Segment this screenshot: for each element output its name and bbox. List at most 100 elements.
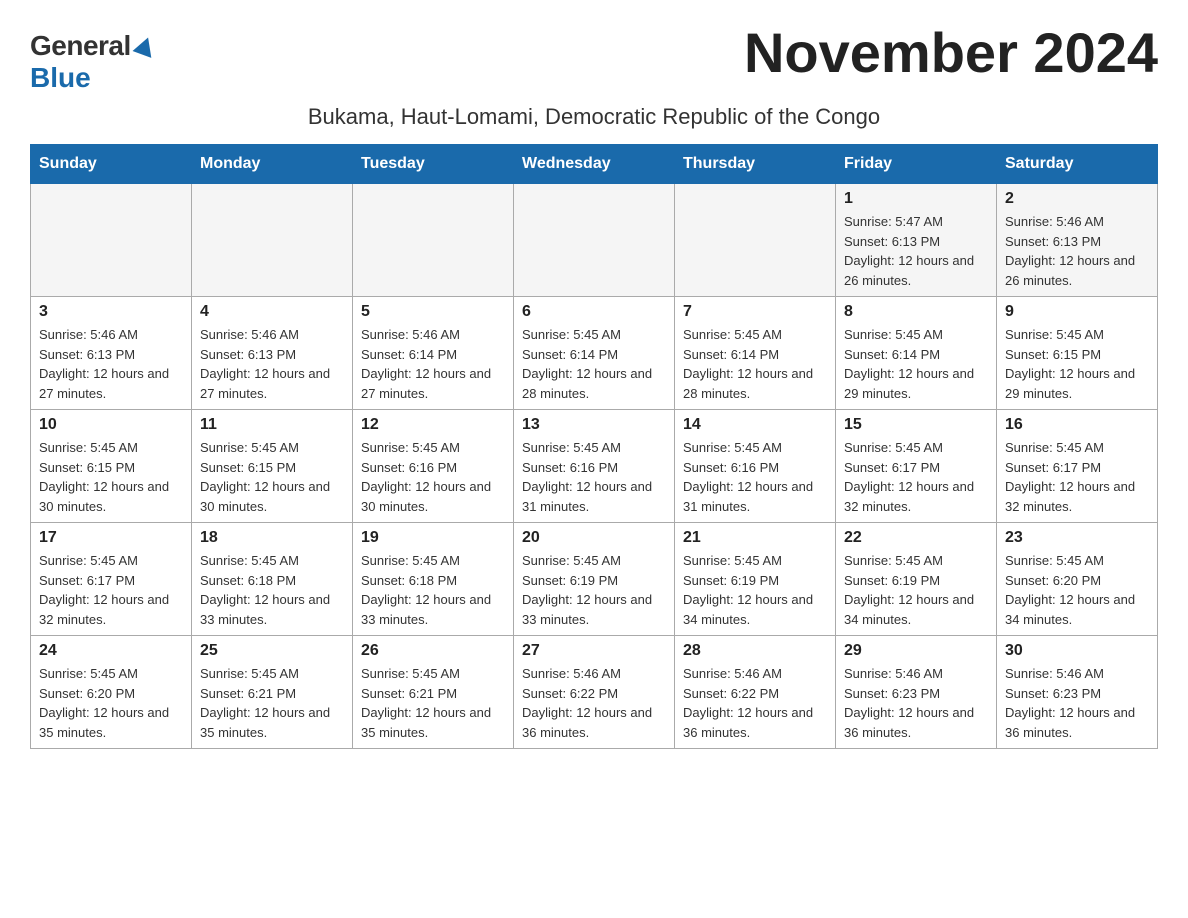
day-info: Sunrise: 5:45 AMSunset: 6:14 PMDaylight:… bbox=[522, 325, 666, 403]
calendar-cell bbox=[675, 184, 836, 297]
day-info: Sunrise: 5:47 AMSunset: 6:13 PMDaylight:… bbox=[844, 212, 988, 290]
day-info: Sunrise: 5:45 AMSunset: 6:16 PMDaylight:… bbox=[522, 438, 666, 516]
calendar-cell: 28 Sunrise: 5:46 AMSunset: 6:22 PMDayligh… bbox=[675, 636, 836, 749]
calendar-week-row: 10 Sunrise: 5:45 AMSunset: 6:15 PMDayligh… bbox=[31, 410, 1158, 523]
calendar-header-monday: Monday bbox=[192, 145, 353, 184]
day-info: Sunrise: 5:46 AMSunset: 6:13 PMDaylight:… bbox=[1005, 212, 1149, 290]
logo: General Blue bbox=[30, 20, 155, 94]
day-number: 23 bbox=[1005, 529, 1149, 547]
calendar-cell: 29 Sunrise: 5:46 AMSunset: 6:23 PMDayligh… bbox=[836, 636, 997, 749]
calendar-cell: 22 Sunrise: 5:45 AMSunset: 6:19 PMDayligh… bbox=[836, 523, 997, 636]
calendar-cell: 17 Sunrise: 5:45 AMSunset: 6:17 PMDayligh… bbox=[31, 523, 192, 636]
calendar-week-row: 3 Sunrise: 5:46 AMSunset: 6:13 PMDaylight… bbox=[31, 297, 1158, 410]
day-info: Sunrise: 5:46 AMSunset: 6:14 PMDaylight:… bbox=[361, 325, 505, 403]
calendar-week-row: 17 Sunrise: 5:45 AMSunset: 6:17 PMDayligh… bbox=[31, 523, 1158, 636]
day-number: 3 bbox=[39, 303, 183, 321]
day-info: Sunrise: 5:46 AMSunset: 6:13 PMDaylight:… bbox=[39, 325, 183, 403]
day-number: 14 bbox=[683, 416, 827, 434]
day-info: Sunrise: 5:45 AMSunset: 6:20 PMDaylight:… bbox=[39, 664, 183, 742]
day-number: 9 bbox=[1005, 303, 1149, 321]
day-number: 19 bbox=[361, 529, 505, 547]
day-number: 10 bbox=[39, 416, 183, 434]
day-info: Sunrise: 5:45 AMSunset: 6:19 PMDaylight:… bbox=[522, 551, 666, 629]
calendar-week-row: 1 Sunrise: 5:47 AMSunset: 6:13 PMDaylight… bbox=[31, 184, 1158, 297]
calendar-header-row: SundayMondayTuesdayWednesdayThursdayFrid… bbox=[31, 145, 1158, 184]
day-info: Sunrise: 5:46 AMSunset: 6:22 PMDaylight:… bbox=[522, 664, 666, 742]
calendar-cell: 3 Sunrise: 5:46 AMSunset: 6:13 PMDaylight… bbox=[31, 297, 192, 410]
calendar-cell bbox=[192, 184, 353, 297]
day-info: Sunrise: 5:45 AMSunset: 6:14 PMDaylight:… bbox=[844, 325, 988, 403]
day-info: Sunrise: 5:46 AMSunset: 6:22 PMDaylight:… bbox=[683, 664, 827, 742]
day-number: 12 bbox=[361, 416, 505, 434]
logo-triangle-icon bbox=[132, 34, 157, 58]
calendar-header-saturday: Saturday bbox=[997, 145, 1158, 184]
day-info: Sunrise: 5:45 AMSunset: 6:15 PMDaylight:… bbox=[39, 438, 183, 516]
calendar-cell: 14Sunrise: 5:45 AMSunset: 6:16 PMDayligh… bbox=[675, 410, 836, 523]
calendar-header-tuesday: Tuesday bbox=[353, 145, 514, 184]
day-number: 16 bbox=[1005, 416, 1149, 434]
calendar-cell: 9Sunrise: 5:45 AMSunset: 6:15 PMDaylight… bbox=[997, 297, 1158, 410]
calendar-table: SundayMondayTuesdayWednesdayThursdayFrid… bbox=[30, 144, 1158, 749]
calendar-cell: 25 Sunrise: 5:45 AMSunset: 6:21 PMDayligh… bbox=[192, 636, 353, 749]
day-info: Sunrise: 5:46 AMSunset: 6:23 PMDaylight:… bbox=[1005, 664, 1149, 742]
day-info: Sunrise: 5:46 AMSunset: 6:23 PMDaylight:… bbox=[844, 664, 988, 742]
day-number: 20 bbox=[522, 529, 666, 547]
day-number: 22 bbox=[844, 529, 988, 547]
day-number: 17 bbox=[39, 529, 183, 547]
calendar-cell: 27 Sunrise: 5:46 AMSunset: 6:22 PMDayligh… bbox=[514, 636, 675, 749]
day-info: Sunrise: 5:45 AMSunset: 6:17 PMDaylight:… bbox=[844, 438, 988, 516]
day-number: 5 bbox=[361, 303, 505, 321]
day-info: Sunrise: 5:45 AMSunset: 6:14 PMDaylight:… bbox=[683, 325, 827, 403]
day-number: 6 bbox=[522, 303, 666, 321]
calendar-cell bbox=[514, 184, 675, 297]
calendar-week-row: 24 Sunrise: 5:45 AMSunset: 6:20 PMDayligh… bbox=[31, 636, 1158, 749]
page-title: November 2024 bbox=[744, 20, 1158, 85]
calendar-cell: 12Sunrise: 5:45 AMSunset: 6:16 PMDayligh… bbox=[353, 410, 514, 523]
calendar-cell: 15Sunrise: 5:45 AMSunset: 6:17 PMDayligh… bbox=[836, 410, 997, 523]
calendar-cell: 13Sunrise: 5:45 AMSunset: 6:16 PMDayligh… bbox=[514, 410, 675, 523]
day-number: 28 bbox=[683, 642, 827, 660]
calendar-cell: 4 Sunrise: 5:46 AMSunset: 6:13 PMDaylight… bbox=[192, 297, 353, 410]
calendar-cell: 11Sunrise: 5:45 AMSunset: 6:15 PMDayligh… bbox=[192, 410, 353, 523]
calendar-cell: 19Sunrise: 5:45 AMSunset: 6:18 PMDayligh… bbox=[353, 523, 514, 636]
day-info: Sunrise: 5:45 AMSunset: 6:21 PMDaylight:… bbox=[200, 664, 344, 742]
calendar-cell: 24 Sunrise: 5:45 AMSunset: 6:20 PMDayligh… bbox=[31, 636, 192, 749]
day-info: Sunrise: 5:45 AMSunset: 6:19 PMDaylight:… bbox=[683, 551, 827, 629]
calendar-cell: 16 Sunrise: 5:45 AMSunset: 6:17 PMDayligh… bbox=[997, 410, 1158, 523]
calendar-cell: 7 Sunrise: 5:45 AMSunset: 6:14 PMDaylight… bbox=[675, 297, 836, 410]
calendar-cell: 2 Sunrise: 5:46 AMSunset: 6:13 PMDaylight… bbox=[997, 184, 1158, 297]
day-info: Sunrise: 5:45 AMSunset: 6:17 PMDaylight:… bbox=[1005, 438, 1149, 516]
day-number: 21 bbox=[683, 529, 827, 547]
calendar-header-friday: Friday bbox=[836, 145, 997, 184]
day-number: 4 bbox=[200, 303, 344, 321]
calendar-header-thursday: Thursday bbox=[675, 145, 836, 184]
calendar-cell: 8Sunrise: 5:45 AMSunset: 6:14 PMDaylight… bbox=[836, 297, 997, 410]
day-number: 11 bbox=[200, 416, 344, 434]
calendar-cell: 21 Sunrise: 5:45 AMSunset: 6:19 PMDayligh… bbox=[675, 523, 836, 636]
day-number: 26 bbox=[361, 642, 505, 660]
day-number: 24 bbox=[39, 642, 183, 660]
day-number: 18 bbox=[200, 529, 344, 547]
day-number: 25 bbox=[200, 642, 344, 660]
calendar-cell: 6 Sunrise: 5:45 AMSunset: 6:14 PMDaylight… bbox=[514, 297, 675, 410]
day-info: Sunrise: 5:45 AMSunset: 6:18 PMDaylight:… bbox=[200, 551, 344, 629]
calendar-cell: 10 Sunrise: 5:45 AMSunset: 6:15 PMDayligh… bbox=[31, 410, 192, 523]
calendar-cell: 20 Sunrise: 5:45 AMSunset: 6:19 PMDayligh… bbox=[514, 523, 675, 636]
day-info: Sunrise: 5:46 AMSunset: 6:13 PMDaylight:… bbox=[200, 325, 344, 403]
day-number: 27 bbox=[522, 642, 666, 660]
calendar-cell: 26 Sunrise: 5:45 AMSunset: 6:21 PMDayligh… bbox=[353, 636, 514, 749]
day-number: 1 bbox=[844, 190, 988, 208]
day-info: Sunrise: 5:45 AMSunset: 6:17 PMDaylight:… bbox=[39, 551, 183, 629]
calendar-cell bbox=[353, 184, 514, 297]
calendar-header-sunday: Sunday bbox=[31, 145, 192, 184]
day-number: 29 bbox=[844, 642, 988, 660]
day-info: Sunrise: 5:45 AMSunset: 6:21 PMDaylight:… bbox=[361, 664, 505, 742]
calendar-cell bbox=[31, 184, 192, 297]
calendar-cell: 1 Sunrise: 5:47 AMSunset: 6:13 PMDaylight… bbox=[836, 184, 997, 297]
day-number: 2 bbox=[1005, 190, 1149, 208]
day-number: 30 bbox=[1005, 642, 1149, 660]
calendar-cell: 18 Sunrise: 5:45 AMSunset: 6:18 PMDayligh… bbox=[192, 523, 353, 636]
day-number: 7 bbox=[683, 303, 827, 321]
day-info: Sunrise: 5:45 AMSunset: 6:19 PMDaylight:… bbox=[844, 551, 988, 629]
calendar-cell: 5 Sunrise: 5:46 AMSunset: 6:14 PMDaylight… bbox=[353, 297, 514, 410]
